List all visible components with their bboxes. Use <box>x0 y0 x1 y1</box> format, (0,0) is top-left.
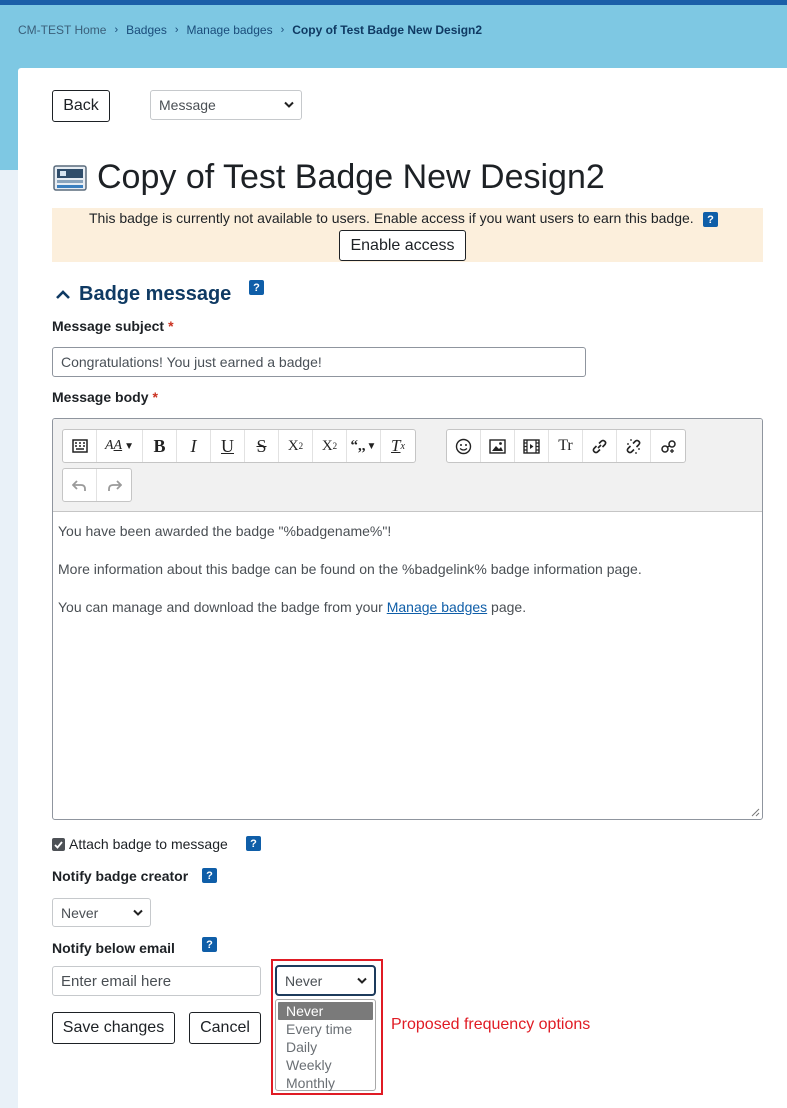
quote-icon[interactable]: “,, ▼ <box>347 430 381 462</box>
resize-handle-icon[interactable] <box>751 808 760 817</box>
frequency-option-every-time[interactable]: Every time <box>276 1020 375 1038</box>
frequency-value: Never <box>285 972 323 989</box>
frequency-option-never[interactable]: Never <box>278 1002 373 1020</box>
toolbar-group-history <box>62 468 132 502</box>
breadcrumb-separator: › <box>280 24 285 36</box>
editor-toolbar: AA ▼ B I U S X2 X2 “,, ▼ Tx Tr <box>53 419 762 512</box>
help-icon[interactable]: ? <box>202 937 217 952</box>
manage-files-icon[interactable] <box>651 430 685 462</box>
cancel-button[interactable]: Cancel <box>189 1012 261 1044</box>
help-icon[interactable]: ? <box>202 868 217 883</box>
breadcrumb-current: Copy of Test Badge New Design2 <box>292 23 483 37</box>
frequency-option-daily[interactable]: Daily <box>276 1038 375 1056</box>
help-icon[interactable]: ? <box>703 212 718 227</box>
attach-badge-label: Attach badge to message <box>69 836 228 852</box>
help-icon[interactable]: ? <box>246 836 261 851</box>
breadcrumb-manage-badges[interactable]: Manage badges <box>187 23 273 37</box>
section-title: Badge message <box>79 283 232 305</box>
notify-creator-label: Notify badge creator <box>52 868 189 884</box>
badge-message-section-header[interactable]: Badge message <box>55 283 231 306</box>
text-transform-icon[interactable]: Tr <box>549 430 583 462</box>
breadcrumb-separator: › <box>174 24 179 36</box>
page-title: Copy of Test Badge New Design2 <box>97 158 605 196</box>
toolbar-group-format: AA ▼ B I U S X2 X2 “,, ▼ Tx <box>62 429 416 463</box>
bold-icon[interactable]: B <box>143 430 177 462</box>
annotation-text: Proposed frequency options <box>391 1016 591 1033</box>
chevron-down-icon <box>284 101 294 108</box>
help-icon[interactable]: ? <box>249 280 264 295</box>
chevron-up-icon <box>56 290 70 299</box>
required-mark: * <box>168 318 174 334</box>
body-line-3: You can manage and download the badge fr… <box>58 599 527 615</box>
message-subject-input[interactable]: Congratulations! You just earned a badge… <box>52 347 586 377</box>
clear-formatting-icon[interactable]: Tx <box>381 430 415 462</box>
attach-badge-checkbox[interactable] <box>52 838 65 851</box>
italic-icon[interactable]: I <box>177 430 211 462</box>
superscript-icon[interactable]: X2 <box>313 430 347 462</box>
frequency-option-weekly[interactable]: Weekly <box>276 1056 375 1074</box>
unlink-icon[interactable] <box>617 430 651 462</box>
toolbar-group-insert: Tr <box>446 429 686 463</box>
image-icon[interactable] <box>481 430 515 462</box>
strikethrough-icon[interactable]: S <box>245 430 279 462</box>
save-changes-button[interactable]: Save changes <box>52 1012 175 1044</box>
font-style-icon[interactable]: AA ▼ <box>97 430 143 462</box>
link-icon[interactable] <box>583 430 617 462</box>
chevron-down-icon <box>357 977 367 984</box>
editor-content[interactable]: You have been awarded the badge "%badgen… <box>58 523 642 637</box>
chevron-down-icon <box>133 909 143 916</box>
badge-icon <box>53 165 87 191</box>
breadcrumb-badges[interactable]: Badges <box>126 23 167 37</box>
notify-creator-value: Never <box>61 904 99 921</box>
section-select[interactable]: Message <box>150 90 302 120</box>
body-line-1: You have been awarded the badge "%badgen… <box>58 523 392 539</box>
redo-icon[interactable] <box>97 469 131 501</box>
message-body-editor[interactable]: AA ▼ B I U S X2 X2 “,, ▼ Tx Tr You have … <box>52 418 763 820</box>
enable-access-button[interactable]: Enable access <box>339 230 466 261</box>
notify-email-label: Notify below email <box>52 940 175 956</box>
media-icon[interactable] <box>515 430 549 462</box>
breadcrumb: CM-TEST Home › Badges › Manage badges › … <box>18 23 482 37</box>
toggle-toolbar-icon[interactable] <box>63 430 97 462</box>
email-field[interactable]: Enter email here <box>52 966 261 996</box>
emoji-icon[interactable] <box>447 430 481 462</box>
required-mark: * <box>152 389 158 405</box>
frequency-select[interactable]: Never <box>275 965 376 996</box>
manage-badges-link[interactable]: Manage badges <box>387 599 487 615</box>
notice-text: This badge is currently not available to… <box>89 210 694 226</box>
body-line-2: More information about this badge can be… <box>58 561 642 577</box>
availability-notice: This badge is currently not available to… <box>52 208 763 262</box>
section-select-value: Message <box>159 97 216 113</box>
message-subject-label: Message subject * <box>52 318 174 334</box>
message-body-label: Message body * <box>52 389 158 405</box>
breadcrumb-separator: › <box>114 24 119 36</box>
checkmark-icon <box>54 840 63 849</box>
breadcrumb-home[interactable]: CM-TEST Home <box>18 23 106 37</box>
back-button[interactable]: Back <box>52 90 110 122</box>
frequency-option-monthly[interactable]: Monthly <box>276 1074 375 1092</box>
subscript-icon[interactable]: X2 <box>279 430 313 462</box>
notify-creator-select[interactable]: Never <box>52 898 151 927</box>
undo-icon[interactable] <box>63 469 97 501</box>
frequency-options-list: Never Every time Daily Weekly Monthly <box>275 999 376 1091</box>
underline-icon[interactable]: U <box>211 430 245 462</box>
